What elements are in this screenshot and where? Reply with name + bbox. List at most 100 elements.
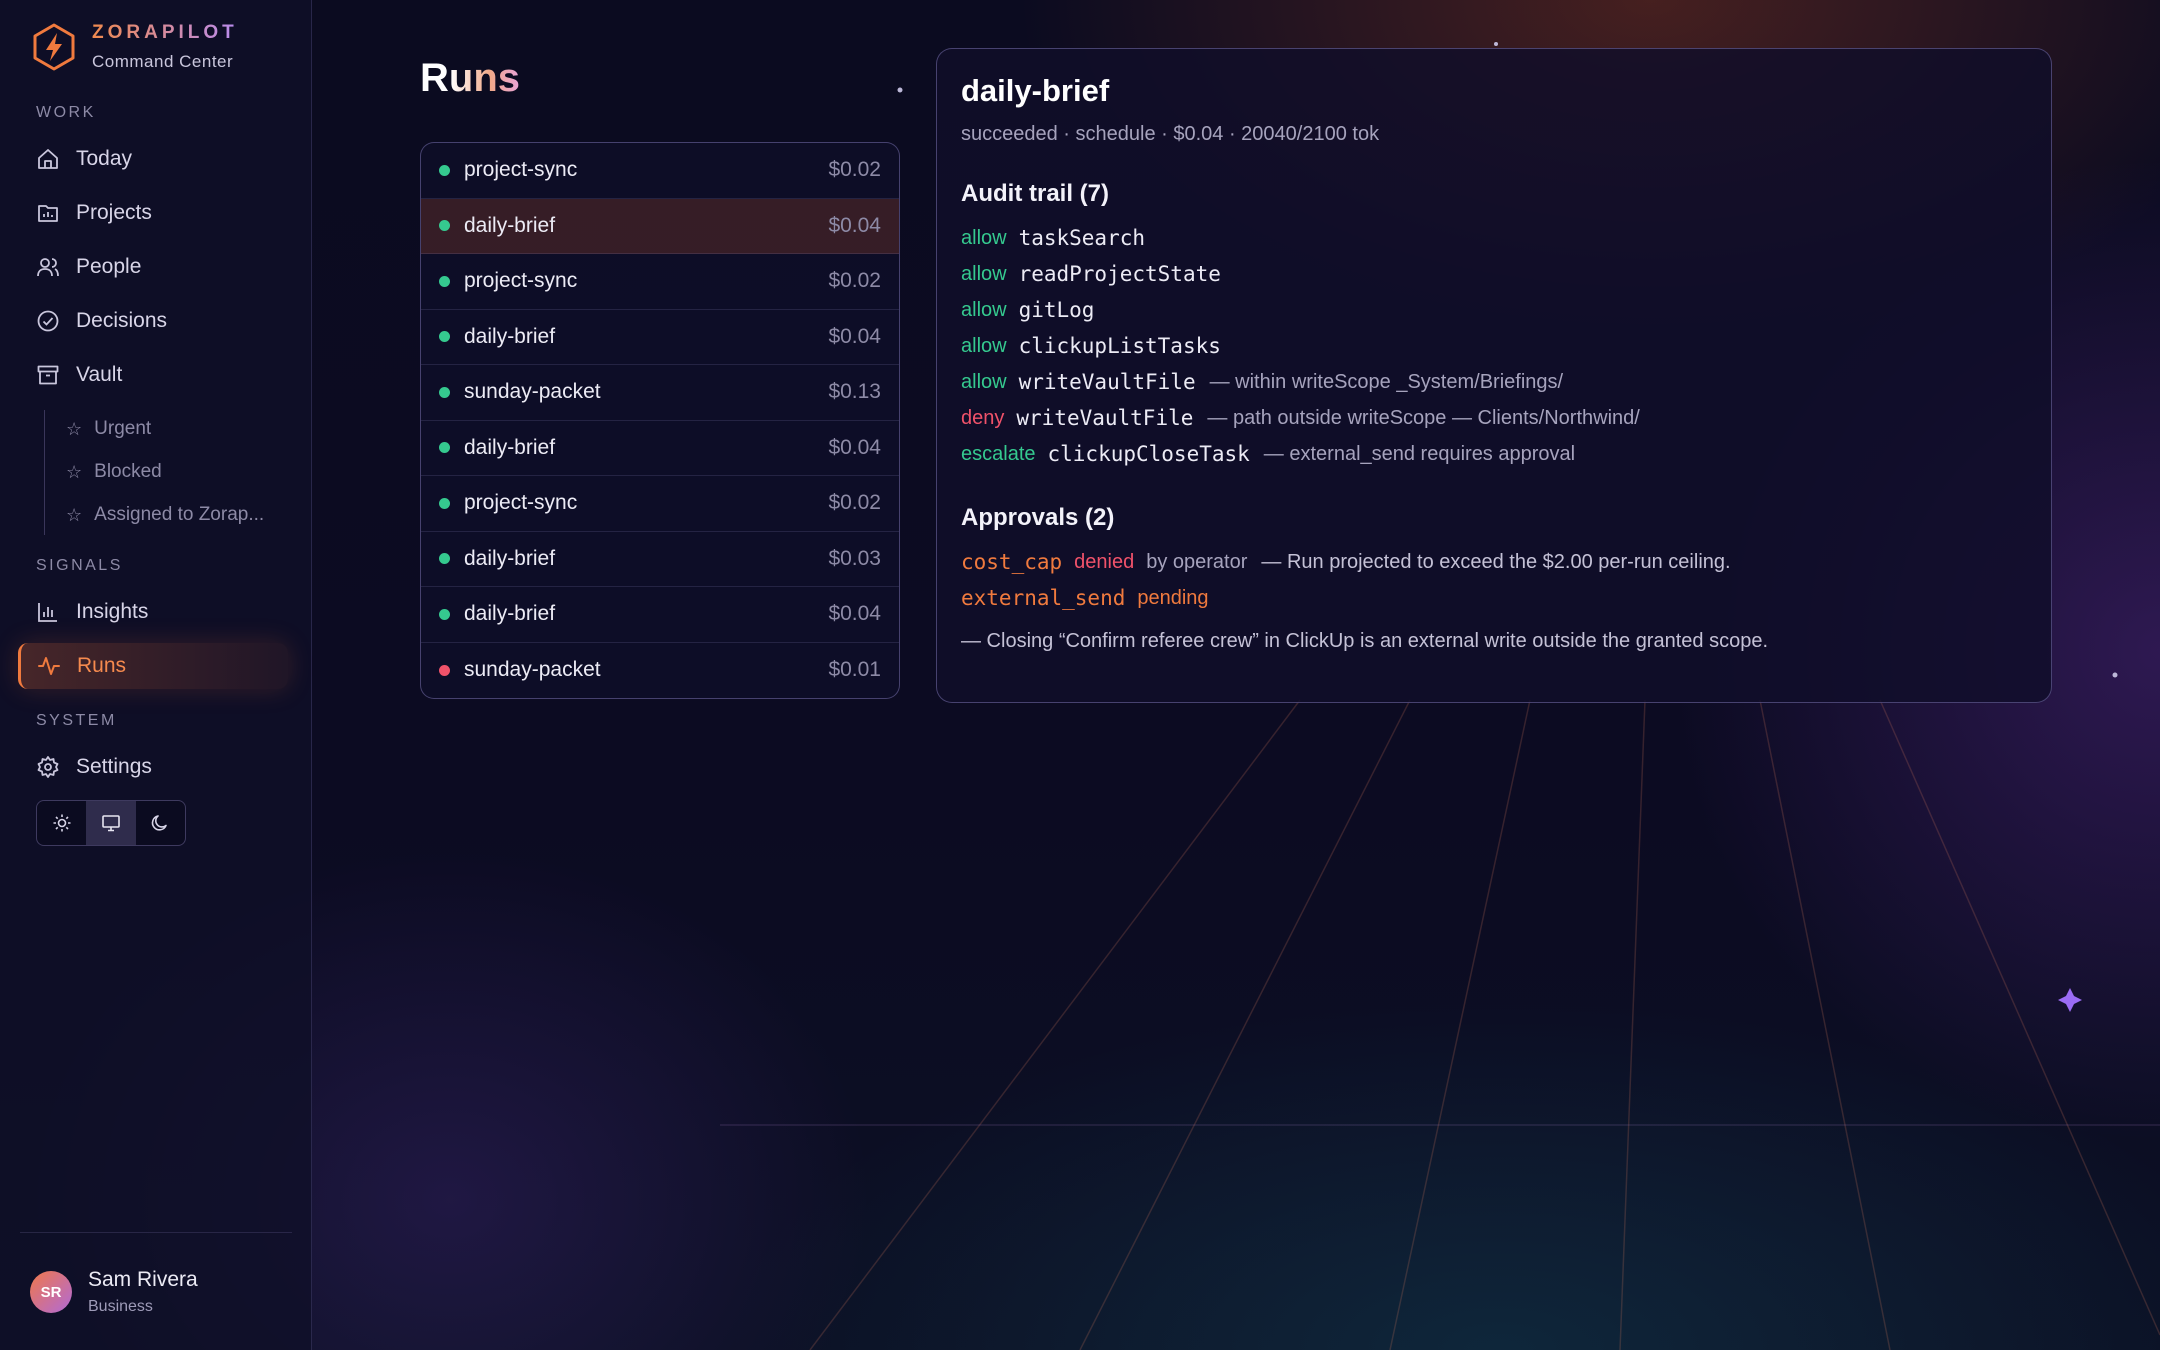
sidebar-item-runs[interactable]: Runs (18, 643, 288, 689)
run-name: daily-brief (464, 602, 556, 626)
run-row[interactable]: sunday-packet $0.13 (421, 365, 899, 421)
run-row[interactable]: daily-brief $0.03 (421, 532, 899, 587)
run-cost: $0.02 (828, 491, 881, 515)
sidebar-item-label: Decisions (76, 309, 168, 332)
approval-actor: by operator (1146, 550, 1248, 573)
run-cost: $0.04 (828, 213, 881, 237)
audit-tool: clickupListTasks (1018, 334, 1221, 358)
sidebar-item-vault[interactable]: Vault (20, 352, 290, 398)
bar-chart-icon (36, 600, 60, 624)
status-dot (439, 275, 450, 287)
audit-verdict: allow (961, 334, 1007, 357)
audit-trail-list: allow taskSearch allow readProjectState al… (961, 220, 2027, 472)
brand[interactable]: ZORAPILOT Command Center (32, 22, 238, 72)
vault-subitem-blocked[interactable]: ☆ Blocked (66, 456, 296, 488)
people-icon (36, 255, 60, 279)
audit-tool: writeVaultFile (1018, 370, 1196, 394)
approval-status: denied (1074, 550, 1135, 573)
sidebar-item-insights[interactable]: Insights (20, 589, 290, 635)
run-row[interactable]: daily-brief $0.04 (421, 198, 899, 254)
run-row[interactable]: daily-brief $0.04 (421, 310, 899, 365)
page-title: Runs (420, 56, 520, 100)
run-name: project-sync (464, 158, 578, 182)
sidebar-item-label: Runs (77, 654, 127, 677)
run-row[interactable]: project-sync $0.02 (421, 143, 899, 199)
sidebar-item-label: Projects (76, 201, 152, 224)
user-profile[interactable]: SR Sam Rivera Business (30, 1268, 198, 1316)
audit-tool: readProjectState (1018, 262, 1221, 286)
run-row[interactable]: project-sync $0.02 (421, 476, 899, 532)
run-cost: $0.04 (828, 602, 881, 626)
home-icon (36, 147, 60, 171)
user-name: Sam Rivera (88, 1268, 198, 1291)
audit-verdict: allow (961, 226, 1007, 249)
brand-subtitle: Command Center (92, 52, 234, 71)
check-circle-icon (36, 309, 60, 333)
monitor-icon (102, 815, 120, 832)
sidebar-item-people[interactable]: People (20, 244, 290, 290)
sidebar-item-decisions[interactable]: Decisions (20, 298, 290, 344)
audit-note: — within writeScope _System/Briefings/ (1209, 370, 1564, 393)
run-row[interactable]: sunday-packet $0.01 (421, 643, 899, 699)
approvals-heading: Approvals (2) (961, 504, 1115, 531)
vault-subitem-label: Blocked (94, 461, 162, 482)
avatar: SR (30, 1271, 72, 1313)
sidebar-item-settings[interactable]: Settings (20, 744, 290, 790)
run-name: sunday-packet (464, 658, 601, 682)
run-name: project-sync (464, 491, 578, 515)
audit-verdict: deny (961, 406, 1005, 429)
approval-entry: external_send pending (961, 580, 2027, 616)
archive-icon (36, 363, 60, 387)
run-cost: $0.03 (828, 546, 881, 570)
theme-toggle (36, 800, 186, 846)
folder-chart-icon (36, 201, 60, 225)
approval-key: external_send (961, 586, 1126, 610)
run-name: daily-brief (464, 324, 556, 348)
approval-status: pending (1137, 586, 1209, 609)
audit-entry: escalate clickupCloseTask — external_send … (961, 436, 2027, 472)
user-divider (20, 1232, 292, 1233)
sidebar-item-label: Insights (76, 600, 149, 623)
run-name: daily-brief (464, 435, 556, 459)
theme-dark-button[interactable] (136, 801, 185, 845)
star-icon: ☆ (66, 504, 83, 525)
run-row[interactable]: project-sync $0.02 (421, 254, 899, 310)
audit-note: — external_send requires approval (1263, 442, 1576, 465)
runs-list: project-sync $0.02 daily-brief $0.04 proje… (420, 142, 900, 699)
sparkle-icon (2058, 988, 2082, 1012)
status-dot (439, 664, 450, 676)
status-dot (439, 220, 450, 232)
audit-trail-heading: Audit trail (7) (961, 180, 1109, 207)
status-dot (439, 553, 450, 565)
section-label-system: SYSTEM (36, 712, 117, 729)
sun-icon (53, 814, 71, 832)
status-dot (439, 442, 450, 454)
sidebar-item-label: People (76, 255, 142, 278)
sidebar-item-label: Settings (76, 755, 152, 778)
approval-entry: cost_cap denied by operator — Run projec… (961, 544, 2027, 580)
run-cost: $0.13 (828, 380, 881, 404)
vault-subitem-urgent[interactable]: ☆ Urgent (66, 413, 296, 445)
section-label-signals: SIGNALS (36, 557, 123, 574)
theme-light-button[interactable] (37, 801, 86, 845)
sidebar-item-projects[interactable]: Projects (20, 190, 290, 236)
audit-verdict: allow (961, 298, 1007, 321)
activity-pulse-icon (37, 654, 61, 678)
vault-subitem-assigned[interactable]: ☆ Assigned to Zorap... (66, 499, 296, 531)
bolt-hexagon-logo-icon (33, 23, 75, 71)
audit-entry: allow readProjectState (961, 256, 2027, 292)
user-plan: Business (88, 1298, 153, 1315)
run-cost: $0.04 (828, 435, 881, 459)
approval-key: cost_cap (961, 550, 1063, 574)
approval-note: — Closing “Confirm referee crew” in Clic… (961, 630, 1769, 652)
sidebar-item-label: Today (76, 147, 133, 170)
run-cost: $0.02 (828, 269, 881, 293)
theme-system-button[interactable] (86, 801, 136, 845)
run-name: project-sync (464, 269, 578, 293)
run-row[interactable]: daily-brief $0.04 (421, 587, 899, 643)
sidebar: ZORAPILOT Command Center WORK Today Proj… (0, 0, 312, 1350)
run-cost: $0.04 (828, 324, 881, 348)
sidebar-item-today[interactable]: Today (20, 136, 290, 182)
run-row[interactable]: daily-brief $0.04 (421, 421, 899, 476)
run-cost: $0.02 (828, 158, 881, 182)
